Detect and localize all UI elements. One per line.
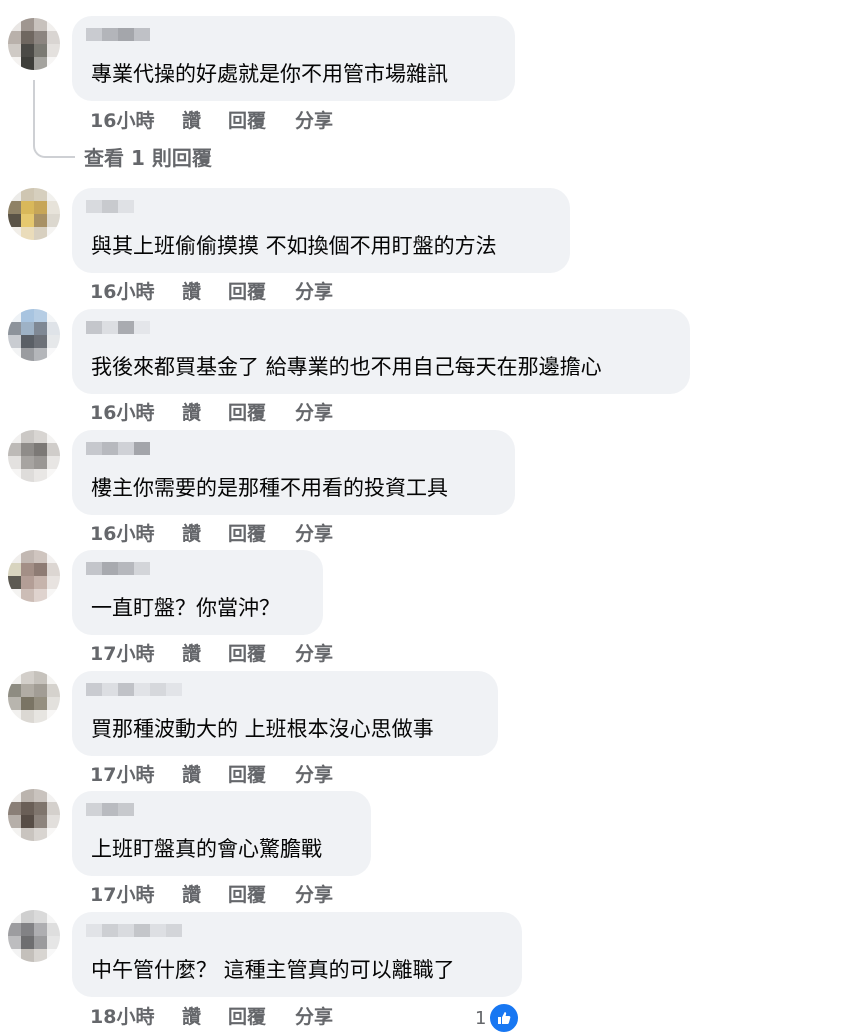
reply-button[interactable]: 回覆 bbox=[228, 398, 295, 425]
view-replies-link[interactable]: 查看 1 則回覆 bbox=[84, 142, 212, 171]
comment-text: 中午管什麼？ 這種主管真的可以離職了 bbox=[91, 958, 455, 982]
avatar[interactable] bbox=[8, 550, 60, 602]
avatar[interactable] bbox=[8, 910, 60, 962]
comment-text: 我後來都買基金了 給專業的也不用自己每天在那邊擔心 bbox=[91, 355, 602, 379]
reply-button[interactable]: 回覆 bbox=[228, 639, 295, 666]
reply-button[interactable]: 回覆 bbox=[228, 277, 295, 304]
comment-text: 樓主你需要的是那種不用看的投資工具 bbox=[91, 476, 448, 500]
author-name-blurred[interactable] bbox=[86, 683, 182, 709]
like-button[interactable]: 讚 bbox=[182, 1002, 228, 1029]
comment-time[interactable]: 16小時 bbox=[90, 519, 182, 546]
author-name-blurred[interactable] bbox=[86, 562, 150, 588]
comment-actions: 16小時 讚 回覆 分享 bbox=[90, 398, 355, 425]
share-button[interactable]: 分享 bbox=[295, 519, 355, 546]
author-name-blurred[interactable] bbox=[86, 200, 134, 226]
like-button[interactable]: 讚 bbox=[182, 519, 228, 546]
avatar[interactable] bbox=[8, 789, 60, 841]
comment-time[interactable]: 17小時 bbox=[90, 639, 182, 666]
comment-text: 專業代操的好處就是你不用管市場雜訊 bbox=[91, 62, 448, 86]
comment-text: 與其上班偷偷摸摸 不如換個不用盯盤的方法 bbox=[91, 234, 497, 258]
like-button[interactable]: 讚 bbox=[182, 106, 228, 133]
share-button[interactable]: 分享 bbox=[295, 106, 355, 133]
comment-actions: 16小時 讚 回覆 分享 bbox=[90, 277, 355, 304]
share-button[interactable]: 分享 bbox=[295, 639, 355, 666]
like-button[interactable]: 讚 bbox=[182, 880, 228, 907]
comment-bubble: 買那種波動大的 上班根本沒心思做事 bbox=[72, 671, 498, 756]
reply-button[interactable]: 回覆 bbox=[228, 1002, 295, 1029]
comment-bubble: 與其上班偷偷摸摸 不如換個不用盯盤的方法 bbox=[72, 188, 570, 273]
comment-actions: 16小時 讚 回覆 分享 bbox=[90, 519, 355, 546]
comment-actions: 17小時 讚 回覆 分享 bbox=[90, 760, 355, 787]
comment-text: 上班盯盤真的會心驚膽戰 bbox=[91, 837, 322, 861]
comment-time[interactable]: 17小時 bbox=[90, 880, 182, 907]
share-button[interactable]: 分享 bbox=[295, 277, 355, 304]
share-button[interactable]: 分享 bbox=[295, 398, 355, 425]
comment-time[interactable]: 18小時 bbox=[90, 1002, 182, 1029]
comment-time[interactable]: 16小時 bbox=[90, 398, 182, 425]
author-name-blurred[interactable] bbox=[86, 321, 150, 347]
comment-actions: 17小時 讚 回覆 分享 bbox=[90, 639, 355, 666]
reply-button[interactable]: 回覆 bbox=[228, 760, 295, 787]
reply-thread-line bbox=[33, 80, 75, 158]
reaction-summary[interactable]: 1 bbox=[475, 1002, 521, 1034]
comment-time[interactable]: 16小時 bbox=[90, 277, 182, 304]
comment-time[interactable]: 17小時 bbox=[90, 760, 182, 787]
comment-bubble: 中午管什麼？ 這種主管真的可以離職了 bbox=[72, 912, 522, 997]
share-button[interactable]: 分享 bbox=[295, 1002, 355, 1029]
reply-button[interactable]: 回覆 bbox=[228, 880, 295, 907]
avatar[interactable] bbox=[8, 671, 60, 723]
share-button[interactable]: 分享 bbox=[295, 880, 355, 907]
comment-time[interactable]: 16小時 bbox=[90, 106, 182, 133]
comment-actions: 17小時 讚 回覆 分享 bbox=[90, 880, 355, 907]
comment-text: 一直盯盤？你當沖？ bbox=[91, 596, 280, 620]
share-button[interactable]: 分享 bbox=[295, 760, 355, 787]
comment-bubble: 樓主你需要的是那種不用看的投資工具 bbox=[72, 430, 515, 515]
avatar[interactable] bbox=[8, 430, 60, 482]
comment-bubble: 上班盯盤真的會心驚膽戰 bbox=[72, 791, 371, 876]
like-button[interactable]: 讚 bbox=[182, 760, 228, 787]
like-button[interactable]: 讚 bbox=[182, 277, 228, 304]
like-button[interactable]: 讚 bbox=[182, 639, 228, 666]
avatar[interactable] bbox=[8, 188, 60, 240]
avatar[interactable] bbox=[8, 18, 60, 70]
author-name-blurred[interactable] bbox=[86, 442, 150, 468]
avatar[interactable] bbox=[8, 309, 60, 361]
author-name-blurred[interactable] bbox=[86, 924, 182, 950]
comment-actions: 18小時 讚 回覆 分享 bbox=[90, 1002, 355, 1029]
comment-bubble: 一直盯盤？你當沖？ bbox=[72, 550, 323, 635]
comment-bubble: 我後來都買基金了 給專業的也不用自己每天在那邊擔心 bbox=[72, 309, 690, 394]
reply-button[interactable]: 回覆 bbox=[228, 106, 295, 133]
like-thumb-icon bbox=[488, 1002, 521, 1034]
reply-button[interactable]: 回覆 bbox=[228, 519, 295, 546]
like-button[interactable]: 讚 bbox=[182, 398, 228, 425]
comment-actions: 16小時 讚 回覆 分享 bbox=[90, 106, 355, 133]
comment-text: 買那種波動大的 上班根本沒心思做事 bbox=[91, 717, 434, 741]
author-name-blurred[interactable] bbox=[86, 28, 150, 54]
reaction-count: 1 bbox=[475, 1007, 487, 1029]
comment-bubble: 專業代操的好處就是你不用管市場雜訊 bbox=[72, 16, 515, 101]
author-name-blurred[interactable] bbox=[86, 803, 134, 829]
